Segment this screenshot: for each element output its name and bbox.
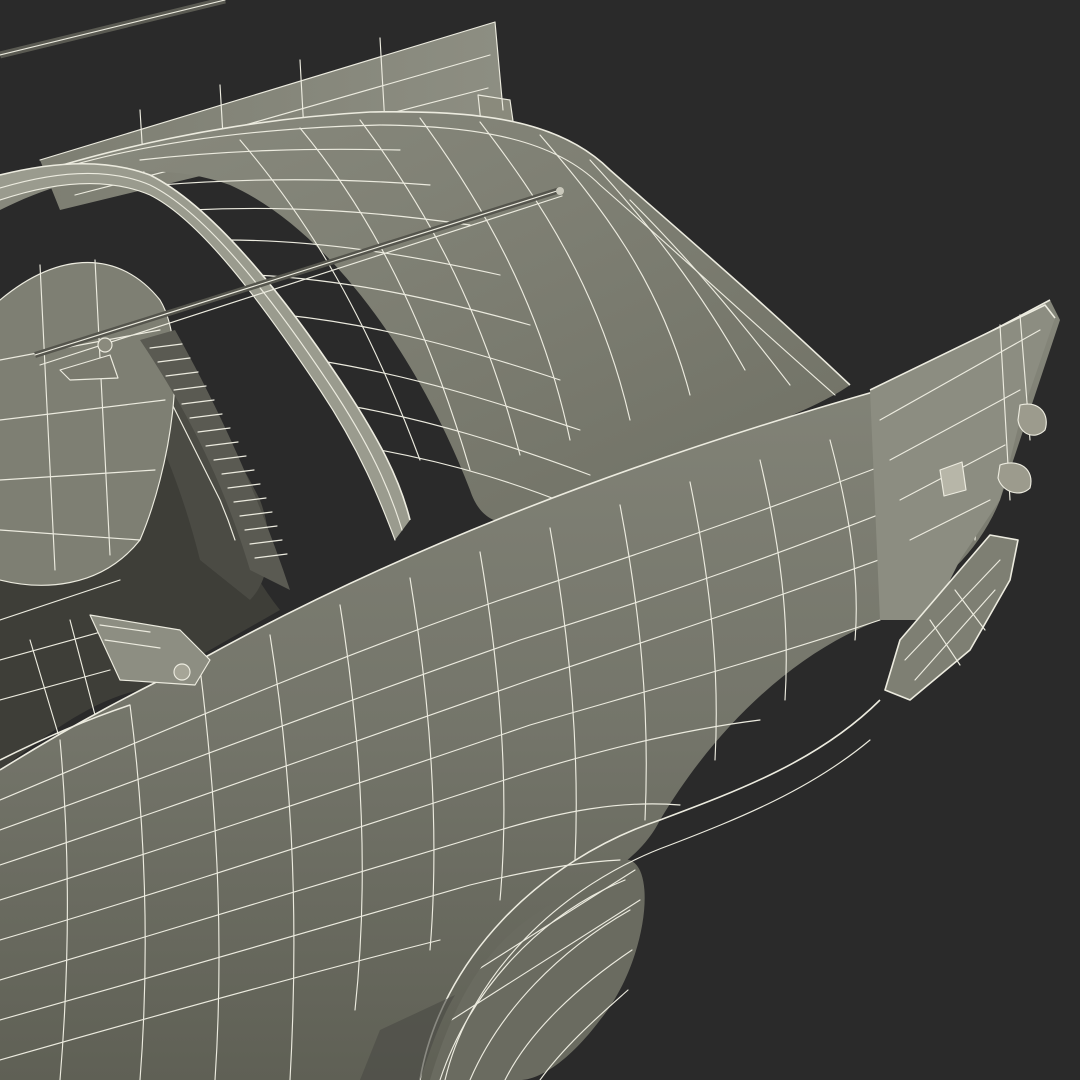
wireframe-car-render [0,0,1080,1080]
